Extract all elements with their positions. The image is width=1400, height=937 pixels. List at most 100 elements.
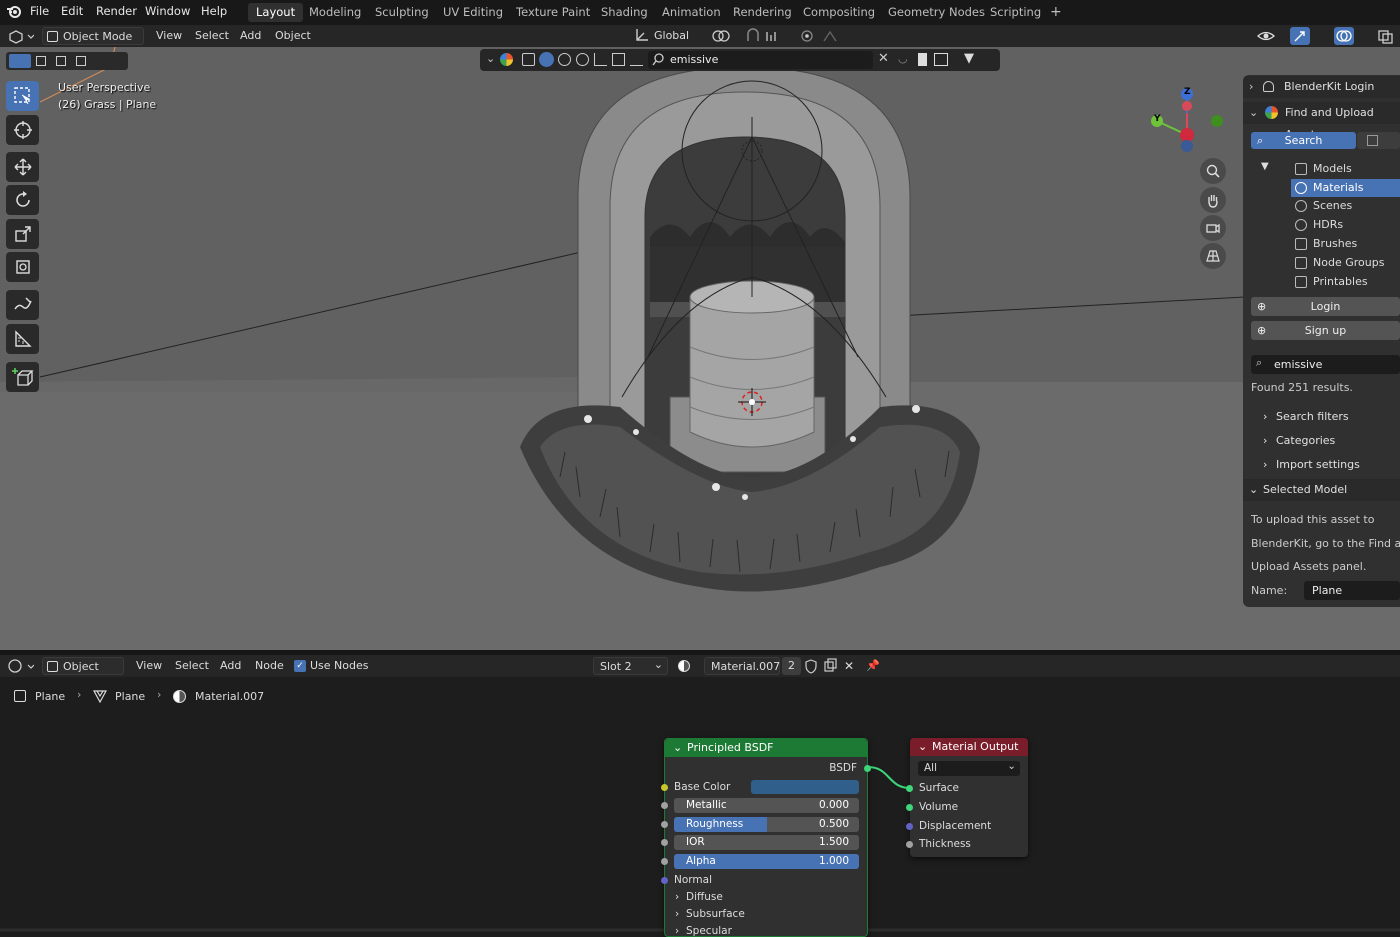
menu-help[interactable]: Help [201, 4, 227, 18]
printables-filter-icon[interactable] [630, 53, 643, 66]
volume-socket[interactable] [906, 804, 913, 811]
category-hdrs[interactable]: HDRs [1291, 216, 1400, 234]
visibility-icon[interactable] [1256, 27, 1286, 45]
layout-icon[interactable] [934, 53, 948, 66]
menu-edit[interactable]: Edit [61, 4, 83, 18]
history-icon[interactable]: ◡ [898, 52, 908, 65]
surface-socket[interactable] [906, 785, 913, 792]
tab-scripting[interactable]: Scripting [982, 3, 1049, 22]
roughness-socket[interactable] [661, 821, 668, 828]
tab-modeling[interactable]: Modeling [301, 3, 369, 22]
scale-tool[interactable] [6, 219, 39, 249]
menu-window[interactable]: Window [145, 4, 190, 18]
3d-viewport[interactable]: User Perspective (26) Grass | Plane Z Y [0, 47, 1400, 650]
filter-icon[interactable]: ▼ [964, 51, 974, 66]
select-subtract-icon[interactable] [56, 56, 66, 66]
search-filters-toggle[interactable]: › Search filters [1243, 406, 1400, 428]
categories-toggle[interactable]: › Categories [1243, 430, 1400, 452]
login-button[interactable]: ⊕ Login [1251, 297, 1400, 316]
overlay-toggle-icon[interactable] [1334, 27, 1354, 45]
models-filter-icon[interactable] [522, 53, 535, 66]
asset-search-field[interactable]: emissive [648, 51, 873, 69]
node-menu-select[interactable]: Select [175, 657, 209, 675]
specular-panel-toggle[interactable]: › Specular [675, 924, 732, 937]
bsdf-node-header[interactable]: ⌄ Principled BSDF [665, 739, 867, 757]
tab-sculpting[interactable]: Sculpting [367, 3, 437, 22]
menu-file[interactable]: File [30, 4, 49, 18]
material-browse-button[interactable] [676, 657, 702, 675]
tab-shading[interactable]: Shading [593, 3, 656, 22]
rotate-tool[interactable] [6, 185, 39, 215]
metallic-socket[interactable] [661, 802, 668, 809]
category-models[interactable]: Models [1291, 160, 1400, 178]
select-invert-icon[interactable] [76, 56, 86, 66]
editor-type-icon[interactable] [6, 27, 36, 45]
unlink-material-icon[interactable]: ✕ [844, 657, 858, 675]
orientation-dropdown[interactable]: Global [632, 27, 704, 45]
ior-socket[interactable] [661, 839, 668, 846]
selected-model-header[interactable]: ⌄ Selected Model [1243, 479, 1400, 501]
chevron-down-icon[interactable]: ⌄ [486, 52, 495, 65]
zoom-view-button[interactable] [1200, 158, 1226, 184]
output-target-dropdown[interactable]: All ⌄ [918, 760, 1020, 776]
ortho-view-button[interactable] [1200, 243, 1226, 269]
alpha-socket[interactable] [661, 858, 668, 865]
blenderkit-login-header[interactable]: › BlenderKit Login [1243, 76, 1400, 98]
material-name-field[interactable]: Material.007 [704, 657, 780, 675]
metallic-slider[interactable]: Metallic 0.000 [674, 798, 859, 813]
viewport-menu-select[interactable]: Select [195, 27, 229, 45]
name-field[interactable]: Plane [1304, 581, 1400, 600]
subsurface-panel-toggle[interactable]: › Subsurface [675, 907, 745, 922]
displacement-socket[interactable] [906, 823, 913, 830]
scenes-filter-icon[interactable] [558, 53, 571, 66]
blenderkit-search-field[interactable]: ⌕ emissive [1251, 355, 1400, 374]
axis-gizmo[interactable]: Z Y [1145, 83, 1230, 158]
upload-tab-button[interactable] [1357, 132, 1400, 149]
object-mode-dropdown[interactable]: Object Mode [42, 27, 144, 45]
import-settings-toggle[interactable]: › Import settings [1243, 454, 1400, 476]
node-menu-add[interactable]: Add [220, 657, 241, 675]
move-tool[interactable] [6, 152, 39, 182]
principled-bsdf-node[interactable]: ⌄ Principled BSDF BSDF Base Color Metall… [661, 738, 871, 937]
alpha-slider[interactable]: Alpha 1.000 [674, 854, 859, 869]
camera-view-button[interactable] [1200, 215, 1226, 241]
blenderkit-logo-icon[interactable] [500, 53, 513, 66]
viewport-menu-add[interactable]: Add [240, 27, 261, 45]
base-color-swatch[interactable] [751, 780, 859, 794]
category-materials[interactable]: Materials [1291, 179, 1400, 197]
add-cube-tool[interactable] [6, 362, 39, 392]
roughness-slider[interactable]: Roughness 0.500 [674, 817, 859, 832]
snap-icon[interactable] [745, 27, 791, 45]
measure-tool[interactable] [6, 324, 39, 354]
add-workspace-button[interactable]: + [1042, 3, 1070, 22]
category-scenes[interactable]: Scenes [1291, 197, 1400, 215]
find-upload-header[interactable]: ⌄ Find and Upload Assets [1243, 102, 1400, 141]
shader-node-editor[interactable]: ⌄ Principled BSDF BSDF Base Color Metall… [0, 677, 1400, 937]
search-tab-button[interactable]: ⌕ Search [1251, 132, 1356, 149]
bookmark-icon[interactable] [918, 53, 927, 66]
pan-view-button[interactable] [1200, 187, 1226, 213]
viewport-menu-view[interactable]: View [156, 27, 182, 45]
duplicate-material-icon[interactable] [823, 657, 839, 675]
materials-filter-icon[interactable] [539, 52, 554, 67]
selection-mode-buttons[interactable] [6, 52, 128, 70]
proportional-edit-icon[interactable] [798, 27, 846, 45]
node-editor-type-icon[interactable] [6, 657, 36, 675]
cursor-tool[interactable] [6, 115, 39, 145]
diffuse-panel-toggle[interactable]: › Diffuse [675, 890, 723, 905]
category-brushes[interactable]: Brushes [1291, 235, 1400, 253]
brush-filter-icon[interactable] [594, 53, 607, 66]
tab-animation[interactable]: Animation [654, 3, 729, 22]
transform-tool[interactable] [6, 252, 39, 282]
fake-user-icon[interactable] [804, 657, 820, 675]
annotate-tool[interactable] [6, 290, 39, 320]
node-menu-view[interactable]: View [136, 657, 162, 675]
viewport-menu-object[interactable]: Object [275, 27, 311, 45]
base-color-socket[interactable] [661, 784, 668, 791]
bsdf-output-socket[interactable] [864, 765, 871, 772]
signup-button[interactable]: ⊕ Sign up [1251, 321, 1400, 340]
select-extend-icon[interactable] [36, 56, 46, 66]
hdr-filter-icon[interactable] [576, 53, 589, 66]
use-nodes-checkbox[interactable]: ✓ Use Nodes [294, 657, 369, 675]
node-menu-node[interactable]: Node [255, 657, 284, 675]
